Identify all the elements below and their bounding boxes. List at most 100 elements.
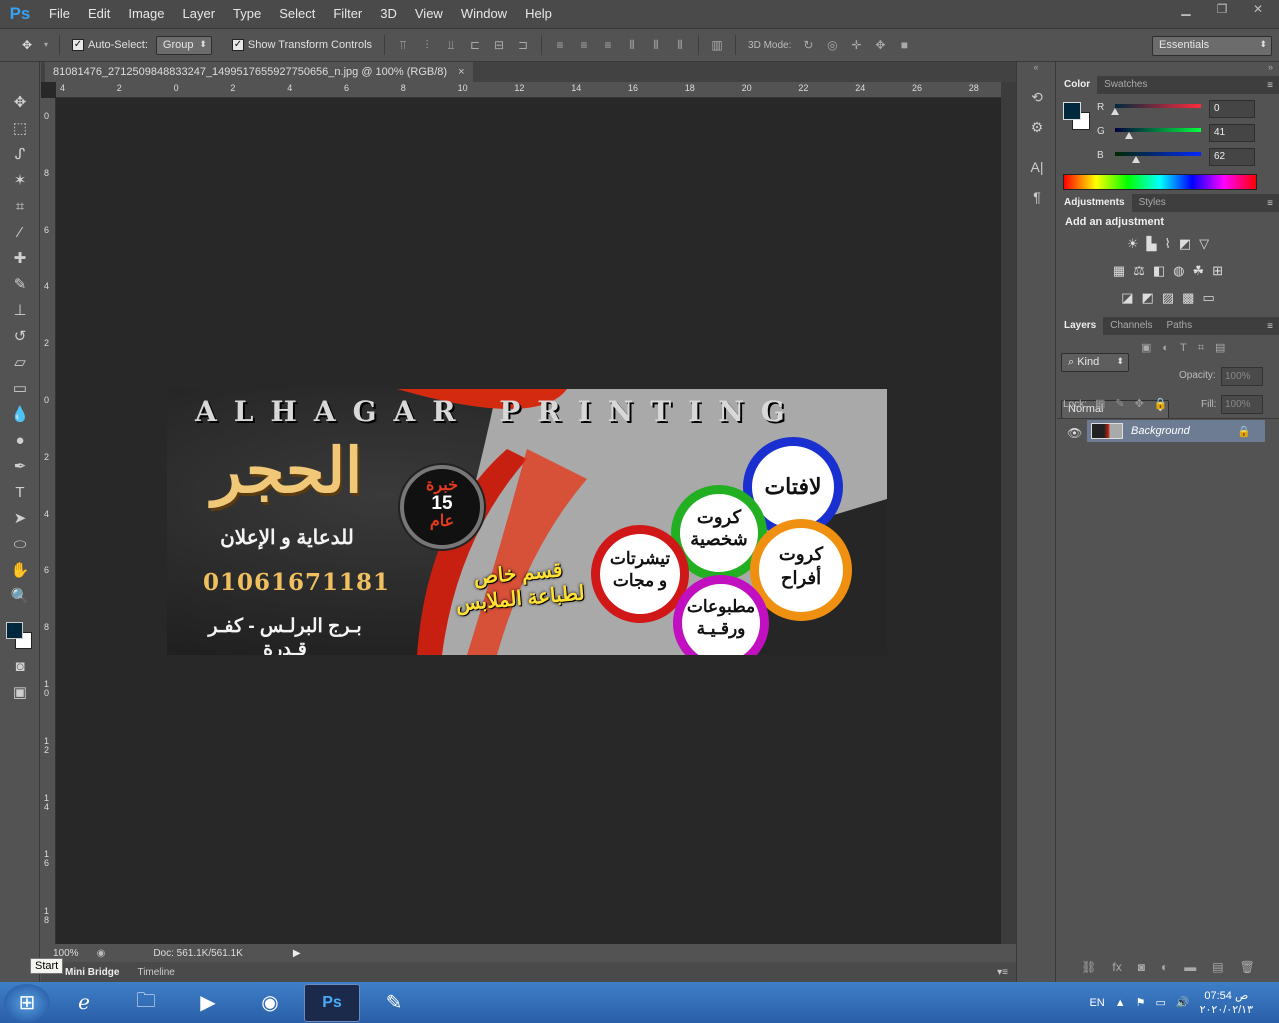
start-button[interactable]: ⊞ <box>4 983 50 1022</box>
selective-color-icon[interactable]: ▭ <box>1202 290 1214 306</box>
character-panel-icon[interactable]: A| <box>1017 152 1057 182</box>
align-top-icon[interactable]: ⫪ <box>394 37 412 53</box>
color-foreground-swatch[interactable] <box>1063 102 1081 120</box>
new-adjustment-icon[interactable]: ◐ <box>1161 960 1168 982</box>
distribute-hcenter-icon[interactable]: ⦀ <box>647 37 665 53</box>
menu-help[interactable]: Help <box>516 0 561 28</box>
3d-roll-icon[interactable]: ◎ <box>823 37 841 53</box>
screen-mode-icon[interactable]: ▣ <box>0 680 40 706</box>
gradient-map-icon[interactable]: ▩ <box>1182 290 1194 306</box>
blue-slider[interactable]: B 62 <box>1097 148 1277 168</box>
chrome-icon[interactable]: ◉ <box>242 984 298 1022</box>
history-panel-icon[interactable]: ⟲ <box>1017 82 1057 112</box>
chevron-down-icon[interactable]: ▾ <box>42 37 50 53</box>
paragraph-panel-icon[interactable]: ¶ <box>1017 182 1057 212</box>
eraser-tool-icon[interactable]: ▱ <box>0 350 40 376</box>
distribute-right-icon[interactable]: ⦀ <box>671 37 689 53</box>
distribute-top-icon[interactable]: ≡ <box>551 37 569 53</box>
distribute-left-icon[interactable]: ⦀ <box>623 37 641 53</box>
magic-wand-tool-icon[interactable]: ✶ <box>0 168 40 194</box>
auto-select-checkbox[interactable]: ✓ <box>72 39 84 51</box>
3d-pan-icon[interactable]: ✛ <box>847 37 865 53</box>
red-value-input[interactable]: 0 <box>1209 100 1255 118</box>
slider-thumb[interactable] <box>1124 132 1133 139</box>
levels-icon[interactable]: ▙ <box>1147 236 1157 252</box>
lasso-tool-icon[interactable]: ᔑ <box>0 142 40 168</box>
move-tool-preset-icon[interactable]: ✥ <box>18 37 36 53</box>
tab-mini-bridge[interactable]: Mini Bridge <box>59 967 125 978</box>
tab-timeline[interactable]: Timeline <box>131 967 180 978</box>
layer-filter-icons[interactable]: ▣◐T⌗▤ <box>1141 341 1236 355</box>
photo-filter-icon[interactable]: ◍ <box>1173 263 1184 279</box>
volume-icon[interactable]: 🔊 <box>1176 996 1190 1009</box>
blue-track[interactable] <box>1115 152 1201 163</box>
red-slider[interactable]: R 0 <box>1097 100 1277 120</box>
action-center-icon[interactable]: ⚑ <box>1136 996 1146 1009</box>
collapse-arrows-icon[interactable]: « <box>1017 62 1055 82</box>
trash-icon[interactable]: 🗑 <box>1240 960 1255 982</box>
align-right-icon[interactable]: ⊐ <box>514 37 532 53</box>
brush-tool-icon[interactable]: ✎ <box>0 272 40 298</box>
menu-image[interactable]: Image <box>119 0 173 28</box>
slider-thumb[interactable] <box>1111 108 1119 115</box>
vibrance-icon[interactable]: ▽ <box>1199 236 1209 252</box>
hue-saturation-icon[interactable]: ▦ <box>1113 263 1125 279</box>
tab-styles[interactable]: Styles <box>1132 194 1173 212</box>
red-track[interactable] <box>1111 104 1201 115</box>
path-selection-tool-icon[interactable]: ➤ <box>0 506 40 532</box>
menu-view[interactable]: View <box>406 0 452 28</box>
document-tab[interactable]: 81081476_2712509848833247_14995176559277… <box>45 62 473 82</box>
menu-select[interactable]: Select <box>270 0 324 28</box>
properties-panel-icon[interactable]: ⚙ <box>1017 112 1057 142</box>
ellipse-tool-icon[interactable]: ⬭ <box>0 532 40 558</box>
tab-paths[interactable]: Paths <box>1160 317 1200 335</box>
brightness-icon[interactable]: ☀ <box>1127 236 1139 252</box>
file-explorer-icon[interactable]: 🗀 <box>118 984 174 1022</box>
align-left-icon[interactable]: ⊏ <box>466 37 484 53</box>
color-balance-icon[interactable]: ⚖ <box>1133 263 1145 279</box>
distribute-vcenter-icon[interactable]: ≡ <box>575 37 593 53</box>
pen-tool-icon[interactable]: ✒ <box>0 454 40 480</box>
opacity-input[interactable]: 100% <box>1221 367 1263 386</box>
color-panel-menu-icon[interactable]: ≡ <box>1267 80 1273 91</box>
show-transform-checkbox[interactable]: ✓ <box>231 39 244 51</box>
color-lookup-icon[interactable]: ⊞ <box>1212 263 1223 279</box>
lock-icon[interactable]: 🔒 <box>1237 425 1251 438</box>
close-button[interactable]: ✕ <box>1245 2 1271 16</box>
fill-input[interactable]: 100% <box>1221 395 1263 414</box>
status-menu-arrow-icon[interactable]: ▶ <box>293 948 301 959</box>
menu-layer[interactable]: Layer <box>174 0 225 28</box>
workspace-dropdown[interactable]: Essentials <box>1152 36 1272 56</box>
posterize-icon[interactable]: ◩ <box>1142 290 1154 306</box>
layers-menu-icon[interactable]: ≡ <box>1267 321 1273 332</box>
tab-adjustments[interactable]: Adjustments <box>1057 194 1132 212</box>
close-tab-icon[interactable]: × <box>458 66 464 78</box>
channel-mixer-icon[interactable]: ☘ <box>1193 263 1205 279</box>
invert-icon[interactable]: ◪ <box>1121 290 1133 306</box>
hand-tool-icon[interactable]: ✋ <box>0 558 40 584</box>
align-hcenter-icon[interactable]: ⊟ <box>490 37 508 53</box>
eye-icon[interactable]: 👁 <box>1067 426 1082 440</box>
type-tool-icon[interactable]: T <box>0 480 40 506</box>
vertical-scrollbar[interactable] <box>1001 82 1016 948</box>
3d-scale-icon[interactable]: ■ <box>895 37 913 53</box>
app-icon[interactable]: ✎ <box>366 984 422 1022</box>
clock[interactable]: 07:54 ص ٢٠٢٠/٠٢/١٣ <box>1200 989 1253 1017</box>
status-info-icon[interactable]: ◉ <box>97 948 106 959</box>
auto-select-dropdown[interactable]: Group <box>155 35 212 55</box>
black-white-icon[interactable]: ◧ <box>1153 263 1165 279</box>
align-bottom-icon[interactable]: ⫫ <box>442 37 460 53</box>
blur-tool-icon[interactable]: 💧 <box>0 402 40 428</box>
threshold-icon[interactable]: ▨ <box>1162 290 1174 306</box>
quick-mask-icon[interactable]: ◙ <box>0 654 40 680</box>
collapse-right-icon[interactable]: » <box>1057 62 1279 76</box>
3d-slide-icon[interactable]: ✥ <box>871 37 889 53</box>
link-layers-icon[interactable]: ⛓ <box>1081 960 1096 982</box>
eyedropper-tool-icon[interactable]: ⁄ <box>0 220 40 246</box>
auto-align-icon[interactable]: ▥ <box>708 37 726 53</box>
green-value-input[interactable]: 41 <box>1209 124 1255 142</box>
align-vcenter-icon[interactable]: ⫶ <box>418 37 436 53</box>
healing-brush-tool-icon[interactable]: ✚ <box>0 246 40 272</box>
menu-filter[interactable]: Filter <box>324 0 371 28</box>
internet-explorer-icon[interactable]: ℯ <box>56 984 112 1022</box>
